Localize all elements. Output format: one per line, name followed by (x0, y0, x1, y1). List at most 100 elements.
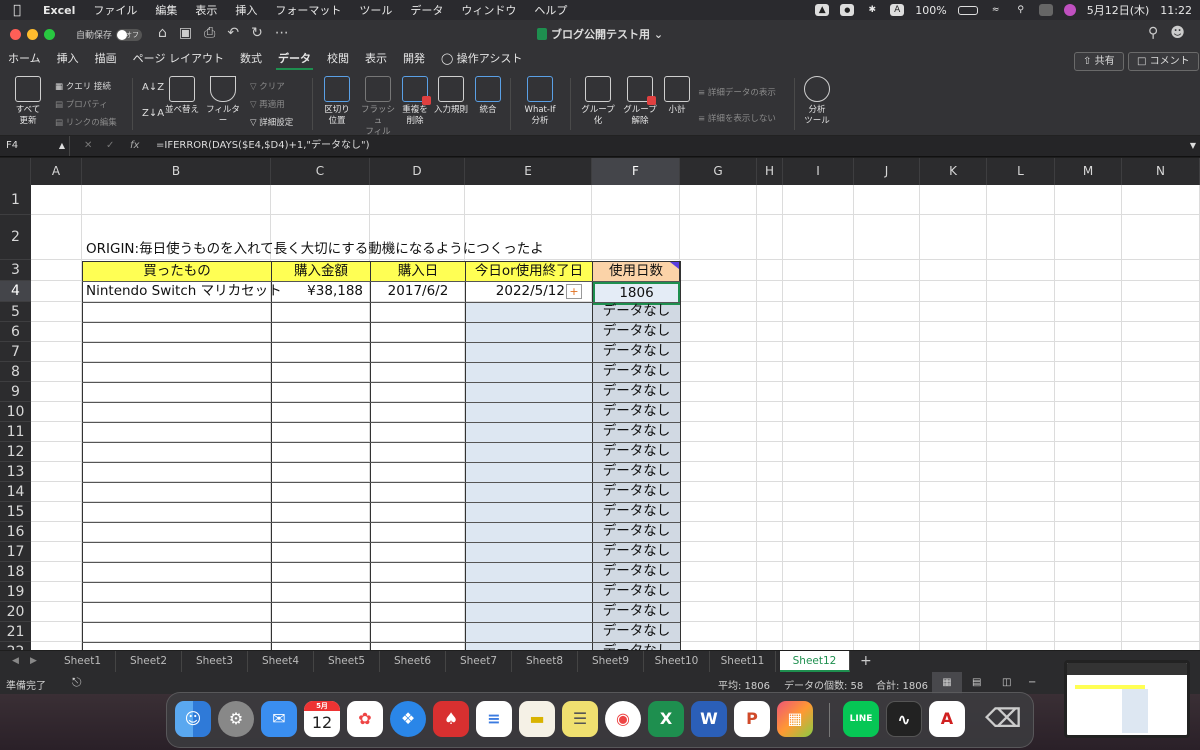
row-header-16[interactable]: 16 (0, 522, 31, 542)
column-header-b[interactable]: B (82, 158, 271, 185)
menu-view[interactable]: 表示 (186, 2, 226, 18)
end-date-cell[interactable]: 2022/5/12 (466, 282, 565, 301)
clear-filter-button[interactable]: ▽ クリア (250, 80, 285, 92)
text-to-columns-button[interactable]: 区切り 位置 (320, 76, 354, 127)
sort-button[interactable]: 並べ替え (164, 76, 200, 116)
finder-icon[interactable]: ☺ (175, 701, 211, 737)
sheet-tab-sheet11[interactable]: Sheet11 (710, 651, 776, 672)
sheet-tab-sheet5[interactable]: Sheet5 (314, 651, 380, 672)
column-header-i[interactable]: I (783, 158, 854, 185)
purchase-date-cell[interactable]: 2017/6/2 (370, 282, 466, 301)
document-title-text[interactable]: ブログ公開テスト用 (551, 28, 650, 41)
sheet-tab-sheet3[interactable]: Sheet3 (182, 651, 248, 672)
days-cell-no-data[interactable]: データなし (593, 542, 680, 562)
refresh-all-button[interactable]: すべて 更新 (10, 76, 46, 127)
sheet-tab-sheet8[interactable]: Sheet8 (512, 651, 578, 672)
flashcards-icon[interactable]: ♠ (433, 701, 469, 737)
days-cell-no-data[interactable]: データなし (593, 502, 680, 522)
data-validation-button[interactable]: 入力規則 (434, 76, 468, 116)
subtotal-button[interactable]: 小計 (664, 76, 690, 116)
tab-view[interactable]: 表示 (357, 48, 395, 72)
tab-review[interactable]: 校閲 (319, 48, 357, 72)
header-purchase-date[interactable]: 購入日 (370, 261, 466, 282)
days-cell-no-data[interactable]: データなし (593, 342, 680, 362)
menu-file[interactable]: ファイル (84, 2, 146, 18)
menu-help[interactable]: ヘルプ (525, 2, 576, 18)
column-header-k[interactable]: K (920, 158, 987, 185)
tell-me-assist[interactable]: ◯ 操作アシスト (433, 48, 530, 72)
normal-view-icon[interactable]: ▦ (932, 672, 962, 694)
query-connections-button[interactable]: ▦ クエリ 接続 (55, 80, 111, 92)
show-detail-button[interactable]: ≡ 詳細データの表示 (698, 86, 776, 98)
header-days-used[interactable]: 使用日数 (592, 261, 680, 282)
days-cell-no-data[interactable]: データなし (593, 482, 680, 502)
row-header-2[interactable]: 2 (0, 215, 31, 260)
menu-insert[interactable]: 挿入 (226, 2, 266, 18)
header-item[interactable]: 買ったもの (82, 261, 272, 282)
days-cell-no-data[interactable]: データなし (593, 322, 680, 342)
expand-formula-icon[interactable]: ▼ (1190, 136, 1196, 156)
line-app-icon[interactable]: LINE (843, 701, 879, 737)
days-cell-no-data[interactable]: データなし (593, 642, 680, 650)
trash-icon[interactable]: ⌫ (985, 701, 1022, 737)
column-header-f[interactable]: F (592, 158, 680, 185)
price-cell[interactable]: ¥38,188 (271, 282, 363, 301)
powerpoint-icon[interactable]: P (734, 701, 770, 737)
row-header-7[interactable]: 7 (0, 342, 31, 362)
header-price[interactable]: 購入金額 (271, 261, 371, 282)
battery-icon[interactable] (957, 5, 978, 15)
hide-detail-button[interactable]: ≡ 詳細を表示しない (698, 112, 776, 124)
launchpad-icon[interactable]: ▦ (777, 701, 813, 737)
origin-note-cell[interactable]: ORIGIN:毎日使うものを入れて長く大切にする動機になるようにつくったよ (86, 240, 544, 259)
sheet-tab-sheet6[interactable]: Sheet6 (380, 651, 446, 672)
sort-az-icon[interactable]: A↓Z (142, 82, 164, 93)
page-break-view-icon[interactable]: ◫ (1002, 672, 1011, 694)
apple-icon[interactable]:  (0, 3, 34, 18)
row-header-9[interactable]: 9 (0, 382, 31, 402)
tab-formulas[interactable]: 数式 (232, 48, 270, 72)
properties-button[interactable]: ▤ プロパティ (55, 98, 108, 110)
days-cell-no-data[interactable]: データなし (593, 402, 680, 422)
chevron-down-icon[interactable]: ⌄ (654, 28, 663, 41)
row-header-17[interactable]: 17 (0, 542, 31, 562)
chrome-icon[interactable]: ◉ (605, 701, 641, 737)
account-icon[interactable]: ☻ (1170, 25, 1185, 41)
tab-scroll-left-icon[interactable]: ◀ (12, 651, 19, 672)
worksheet[interactable]: ABCDEFGHIJKLMN 1 2 3 4 5 6 7 8 9 10 11 12 13 14 15 16 17… (0, 158, 1200, 650)
row-header-21[interactable]: 21 (0, 622, 31, 642)
reapply-button[interactable]: ▽ 再適用 (250, 98, 285, 110)
row-header-11[interactable]: 11 (0, 422, 31, 442)
notes-icon[interactable]: ▬ (519, 701, 555, 737)
sheet-tab-sheet1[interactable]: Sheet1 (50, 651, 116, 672)
row-header-10[interactable]: 10 (0, 402, 31, 422)
sheet-tab-sheet10[interactable]: Sheet10 (644, 651, 710, 672)
row-header-4[interactable]: 4 (0, 281, 31, 302)
bluetooth-icon[interactable]: ✱ (865, 4, 879, 16)
window-preview-thumbnail[interactable] (1064, 660, 1190, 738)
tab-developer[interactable]: 開発 (395, 48, 433, 72)
row-header-14[interactable]: 14 (0, 482, 31, 502)
paste-options-icon[interactable]: + (566, 284, 582, 299)
analysis-tools-button[interactable]: 分析 ツール (800, 76, 834, 127)
sheet-tab-sheet7[interactable]: Sheet7 (446, 651, 512, 672)
days-cell-no-data[interactable]: データなし (593, 562, 680, 582)
row-header-20[interactable]: 20 (0, 602, 31, 622)
column-header-c[interactable]: C (271, 158, 370, 185)
formula-input[interactable]: =IFERROR(DAYS($E4,$D4)+1,"データなし") (156, 136, 370, 156)
days-cell-no-data[interactable]: データなし (593, 602, 680, 622)
column-header-d[interactable]: D (370, 158, 465, 185)
days-cell-no-data[interactable]: データなし (593, 382, 680, 402)
row-header-6[interactable]: 6 (0, 322, 31, 342)
menu-data[interactable]: データ (401, 2, 452, 18)
acrobat-icon[interactable]: A (929, 701, 965, 737)
column-header-h[interactable]: H (757, 158, 783, 185)
sheet-tab-sheet9[interactable]: Sheet9 (578, 651, 644, 672)
filter-button[interactable]: フィルター (203, 76, 243, 127)
row-header-18[interactable]: 18 (0, 562, 31, 582)
cancel-icon[interactable]: ✕ (84, 136, 92, 156)
safari-icon[interactable]: ❖ (390, 701, 426, 737)
share-button[interactable]: ⇧ 共有 (1074, 52, 1124, 71)
advanced-filter-button[interactable]: ▽ 詳細設定 (250, 116, 293, 128)
search-icon[interactable]: ⚲ (1148, 25, 1158, 41)
column-header-g[interactable]: G (680, 158, 757, 185)
